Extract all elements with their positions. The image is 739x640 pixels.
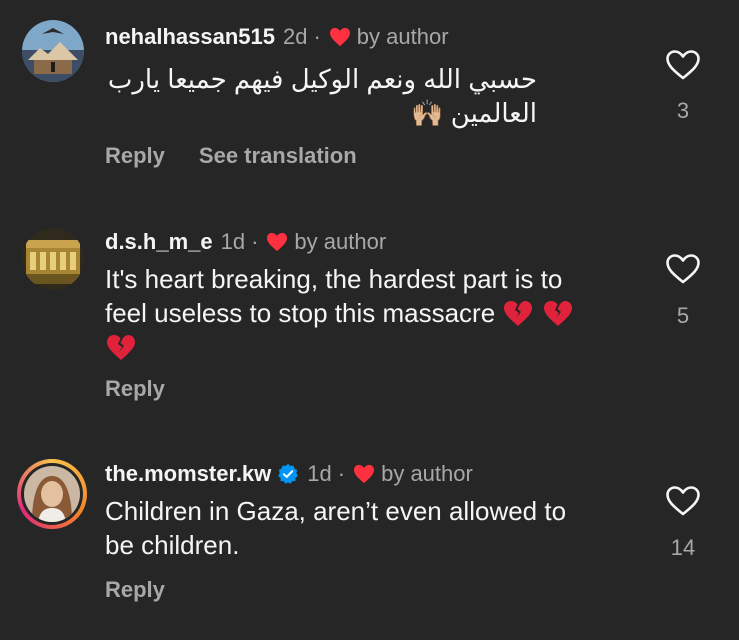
- comment-text-line: [105, 330, 635, 364]
- broken-heart-icon: [502, 298, 534, 328]
- comment-meta: d.s.h_m_e 1d · by author: [105, 229, 386, 255]
- avatar-ring: [21, 463, 83, 525]
- like-count: 3: [676, 98, 690, 123]
- comment-text-line: حسبي الله ونعم الوكيل فيهم جميعا يارب: [107, 64, 537, 94]
- verified-badge-icon: [277, 463, 299, 485]
- avatar[interactable]: [22, 228, 84, 290]
- timestamp: 2d: [282, 24, 308, 49]
- comment-actions: Reply: [105, 577, 165, 603]
- see-translation-button[interactable]: See translation: [199, 143, 357, 169]
- by-author-label: by author: [356, 24, 449, 49]
- comment-actions: Reply: [105, 376, 165, 402]
- username[interactable]: d.s.h_m_e: [105, 229, 213, 255]
- like-heart-icon[interactable]: [665, 49, 701, 81]
- comment-meta: the.momster.kw 1d · by author: [105, 461, 473, 487]
- raised-hands-icon: 🙌🏼: [411, 99, 444, 129]
- author-heart-icon: [353, 464, 375, 484]
- like-count: 14: [670, 535, 696, 560]
- avatar[interactable]: [17, 459, 87, 529]
- reply-button[interactable]: Reply: [105, 143, 165, 169]
- avatar[interactable]: [22, 20, 84, 82]
- comment-text-line: It's heart breaking, the hardest part is…: [105, 264, 563, 294]
- comment-text: Children in Gaza, aren’t even allowed to…: [105, 494, 635, 562]
- comment-text: حسبي الله ونعم الوكيل فيهم جميعا يارب ال…: [105, 62, 537, 131]
- portrait-avatar-icon: [24, 466, 80, 522]
- broken-heart-icon: [542, 298, 574, 328]
- reply-button[interactable]: Reply: [105, 577, 165, 603]
- username[interactable]: nehalhassan515: [105, 24, 275, 50]
- like-count: 5: [676, 303, 690, 328]
- comment-meta: nehalhassan515 2d · by author: [105, 24, 449, 50]
- comment-text-segment: العالمين: [450, 98, 537, 128]
- building-avatar-icon: [22, 228, 84, 290]
- author-heart-icon: [329, 27, 351, 47]
- comment-text-segment: feel useless to stop this massacre: [105, 298, 496, 328]
- comment-text-line: be children.: [105, 530, 240, 560]
- by-author-label: by author: [381, 461, 473, 486]
- by-author-label: by author: [294, 229, 387, 254]
- timestamp: 1d: [307, 461, 332, 486]
- separator-dot: ·: [313, 24, 321, 49]
- broken-heart-icon: [105, 332, 137, 362]
- username[interactable]: the.momster.kw: [105, 461, 271, 487]
- comment-text-line: Children in Gaza, aren’t even allowed to: [105, 496, 567, 526]
- separator-dot: ·: [337, 461, 346, 486]
- like-heart-icon[interactable]: [665, 253, 701, 285]
- landscape-avatar-icon: [22, 20, 84, 82]
- comment-actions: Reply See translation: [105, 143, 357, 169]
- reply-button[interactable]: Reply: [105, 376, 165, 402]
- separator-dot: ·: [251, 229, 259, 254]
- comment-text-line: العالمين 🙌🏼: [105, 96, 537, 131]
- timestamp: 1d: [220, 229, 246, 254]
- comment-text-line: feel useless to stop this massacre: [105, 296, 635, 330]
- author-heart-icon: [266, 232, 288, 252]
- like-heart-icon[interactable]: [665, 485, 701, 517]
- comment-text: It's heart breaking, the hardest part is…: [105, 262, 635, 364]
